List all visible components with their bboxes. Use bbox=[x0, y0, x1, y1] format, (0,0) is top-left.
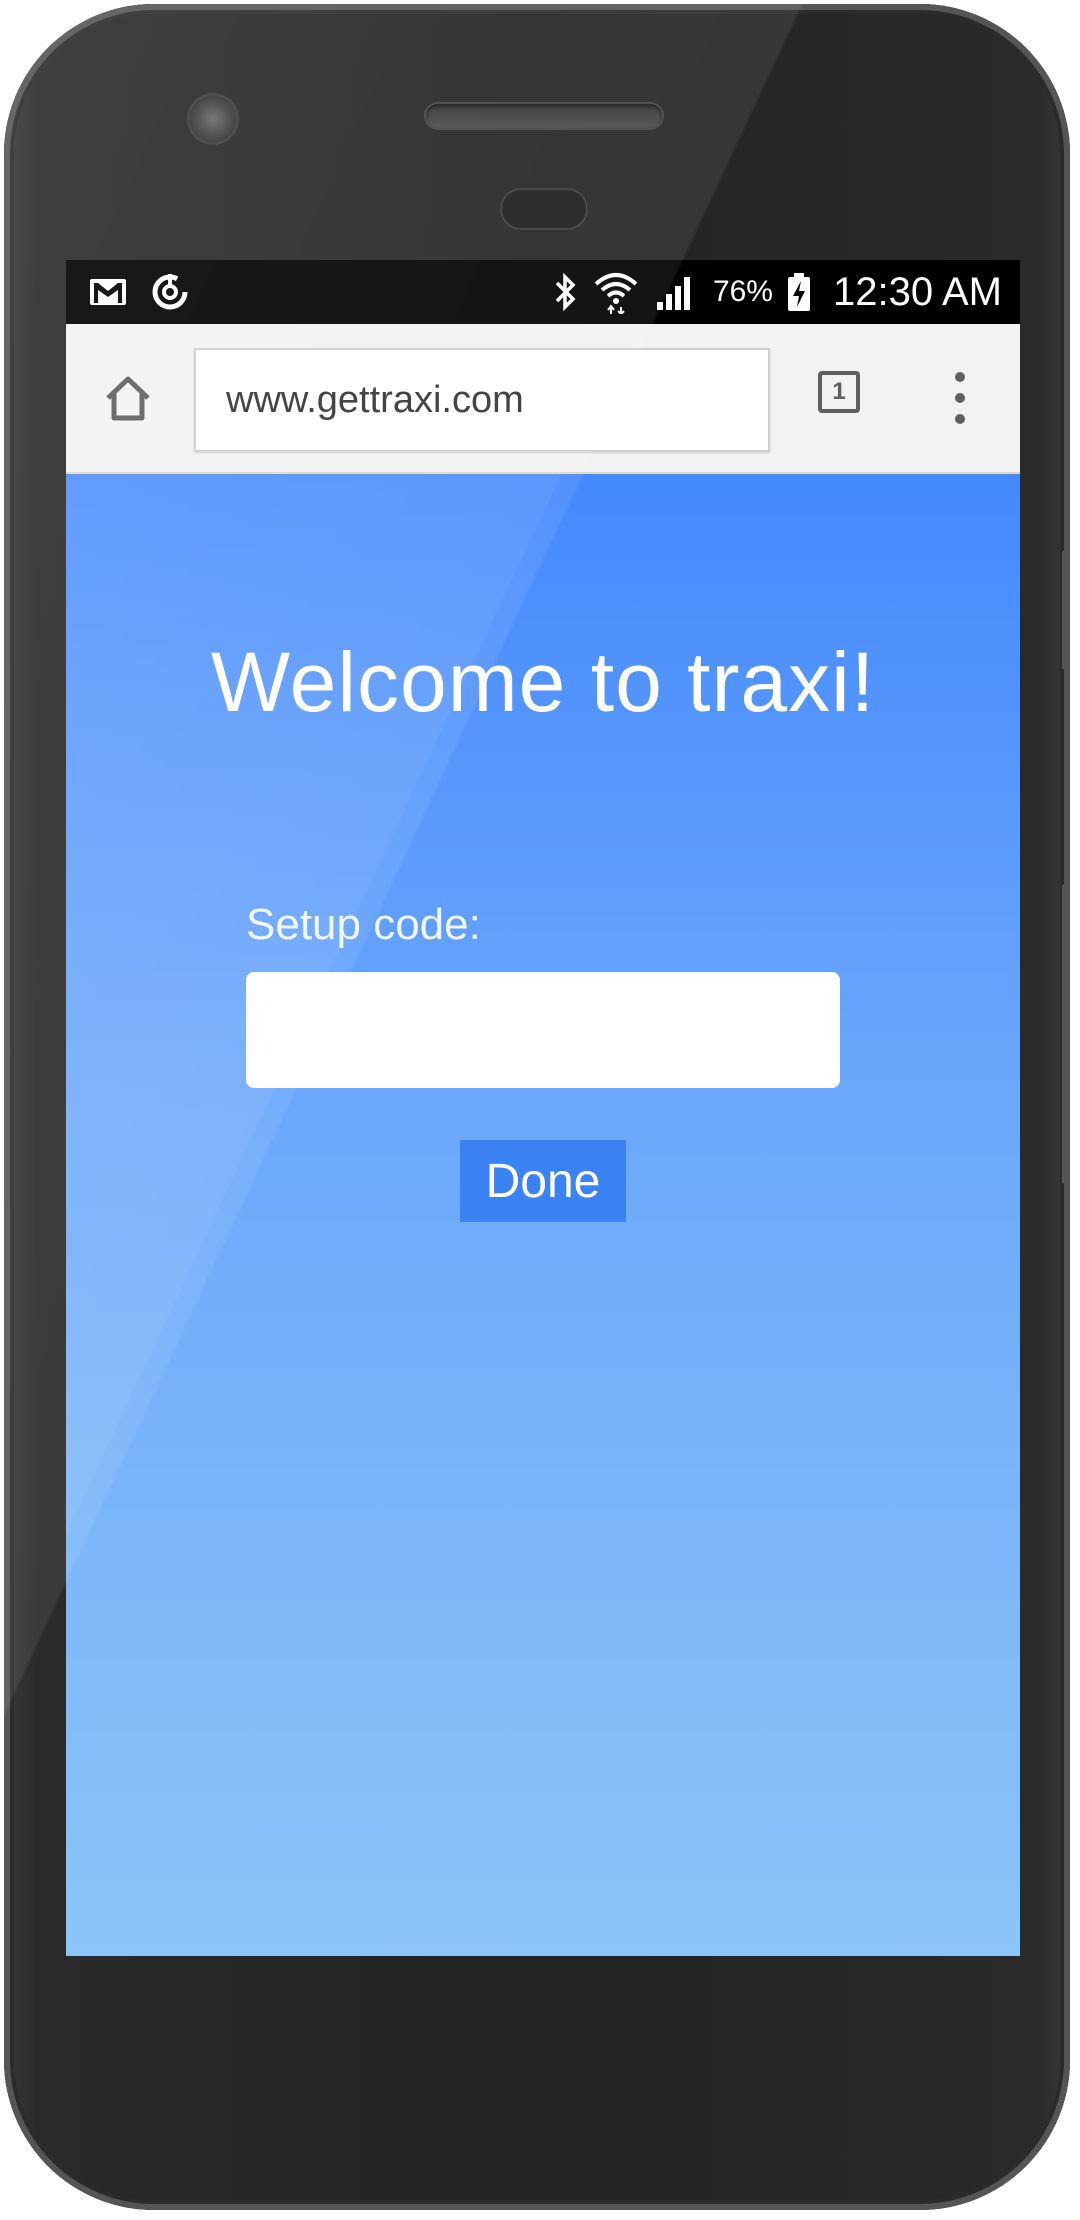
sync-icon bbox=[152, 274, 188, 310]
status-left-icons bbox=[88, 270, 190, 314]
volume-button bbox=[1062, 550, 1070, 670]
home-button[interactable] bbox=[100, 370, 156, 426]
done-button[interactable]: Done bbox=[460, 1140, 626, 1222]
status-right-icons: 76% 12:30 AM bbox=[551, 260, 1002, 324]
tab-count: 1 bbox=[832, 378, 846, 405]
tab-switcher-button[interactable]: 1 bbox=[818, 371, 860, 413]
gmail-icon bbox=[90, 279, 126, 305]
front-camera bbox=[190, 96, 236, 142]
page-title: Welcome to traxi! bbox=[210, 635, 876, 729]
overflow-menu-icon bbox=[955, 372, 965, 382]
setup-code-label: Setup code: bbox=[246, 900, 481, 949]
phone-frame: 76% 12:30 AM www.gettraxi.com 1 Welcome … bbox=[4, 4, 1070, 2210]
cell-signal-icon bbox=[656, 277, 690, 310]
earpiece-speaker bbox=[426, 104, 662, 128]
screen: 76% 12:30 AM www.gettraxi.com 1 Welcome … bbox=[66, 260, 1020, 1956]
status-bar: 76% 12:30 AM bbox=[66, 260, 1020, 324]
bluetooth-icon bbox=[555, 272, 576, 312]
setup-code-input[interactable] bbox=[246, 972, 840, 1088]
url-bar[interactable]: www.gettraxi.com bbox=[194, 348, 770, 452]
overflow-menu-button[interactable] bbox=[940, 372, 980, 424]
battery-charging-icon bbox=[787, 273, 810, 311]
proximity-sensor bbox=[502, 190, 586, 228]
wifi-icon bbox=[594, 273, 638, 314]
web-content: Welcome to traxi! Setup code: Done bbox=[66, 474, 1020, 1956]
power-button bbox=[1062, 884, 1070, 1184]
battery-percent: 76% bbox=[712, 275, 773, 308]
url-text: www.gettraxi.com bbox=[226, 378, 524, 421]
home-icon bbox=[106, 376, 150, 421]
browser-toolbar: www.gettraxi.com 1 bbox=[66, 324, 1020, 474]
status-time: 12:30 AM bbox=[832, 269, 1002, 314]
